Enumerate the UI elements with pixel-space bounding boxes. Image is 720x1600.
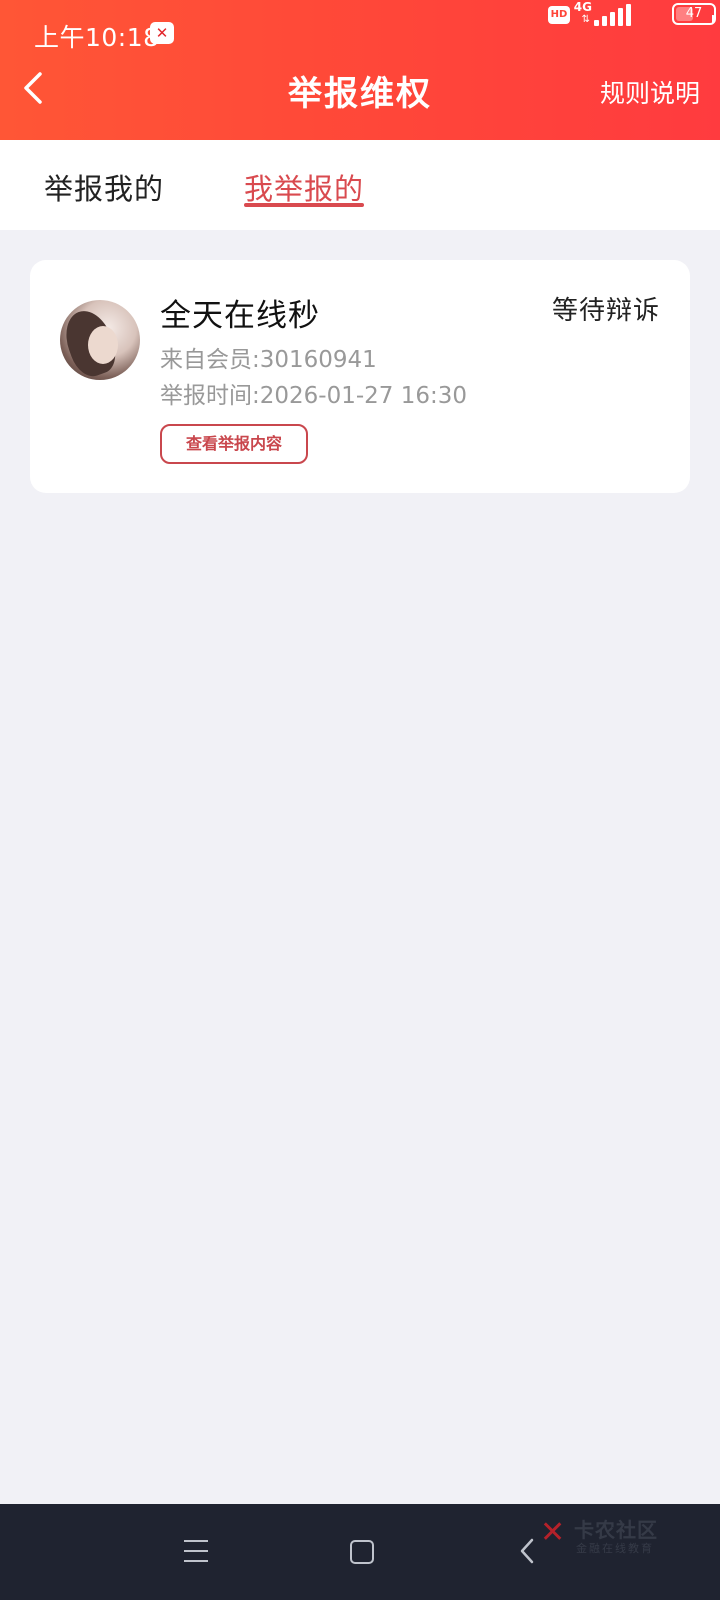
- nav-back-icon[interactable]: [516, 1534, 540, 1568]
- view-report-button[interactable]: 查看举报内容: [160, 424, 308, 464]
- tab-my-reports[interactable]: 我举报的: [244, 166, 364, 208]
- data-arrows-icon: ⇅: [581, 14, 590, 25]
- watermark-subtitle: 金融在线教育: [576, 1542, 654, 1555]
- avatar[interactable]: [60, 300, 140, 380]
- status-bar: 上午10:18 ✕ HD 4G ⇅ 47: [0, 0, 720, 70]
- report-status: 等待辩诉: [551, 296, 660, 326]
- app-header: 上午10:18 ✕ HD 4G ⇅ 47 举报维权 规则说明: [0, 0, 720, 140]
- rules-link[interactable]: 规则说明: [600, 74, 700, 110]
- reported-user-name: 全天在线秒: [160, 298, 320, 334]
- home-icon[interactable]: [350, 1540, 374, 1564]
- watermark-title: 卡农社区: [574, 1518, 658, 1542]
- avatar-face: [88, 326, 118, 364]
- watermark: ✕ 卡农社区 金融在线教育: [540, 1514, 710, 1558]
- report-card[interactable]: 全天在线秒 等待辩诉 来自会员:30160941 举报时间:2026-01-27…: [30, 260, 690, 493]
- battery-cap: [712, 15, 715, 23]
- report-time: 举报时间:2026-01-27 16:30: [160, 383, 468, 409]
- active-tab-indicator: [244, 203, 364, 207]
- system-nav-bar: ✕ 卡农社区 金融在线教育: [0, 1504, 720, 1600]
- tab-reported-me[interactable]: 举报我的: [44, 166, 164, 208]
- network-type: 4G: [573, 0, 592, 14]
- app-notification-icon: ✕: [150, 22, 174, 44]
- tab-bar: 举报我的 我举报的: [0, 140, 720, 230]
- hd-icon: HD: [548, 6, 570, 24]
- watermark-logo-icon: ✕: [540, 1515, 566, 1550]
- battery-icon: 47: [672, 3, 716, 25]
- status-time: 上午10:18: [34, 23, 160, 52]
- member-id: 来自会员:30160941: [160, 347, 377, 373]
- menu-icon[interactable]: [184, 1540, 208, 1562]
- signal-icon: [594, 4, 636, 26]
- battery-level: 47: [685, 6, 703, 21]
